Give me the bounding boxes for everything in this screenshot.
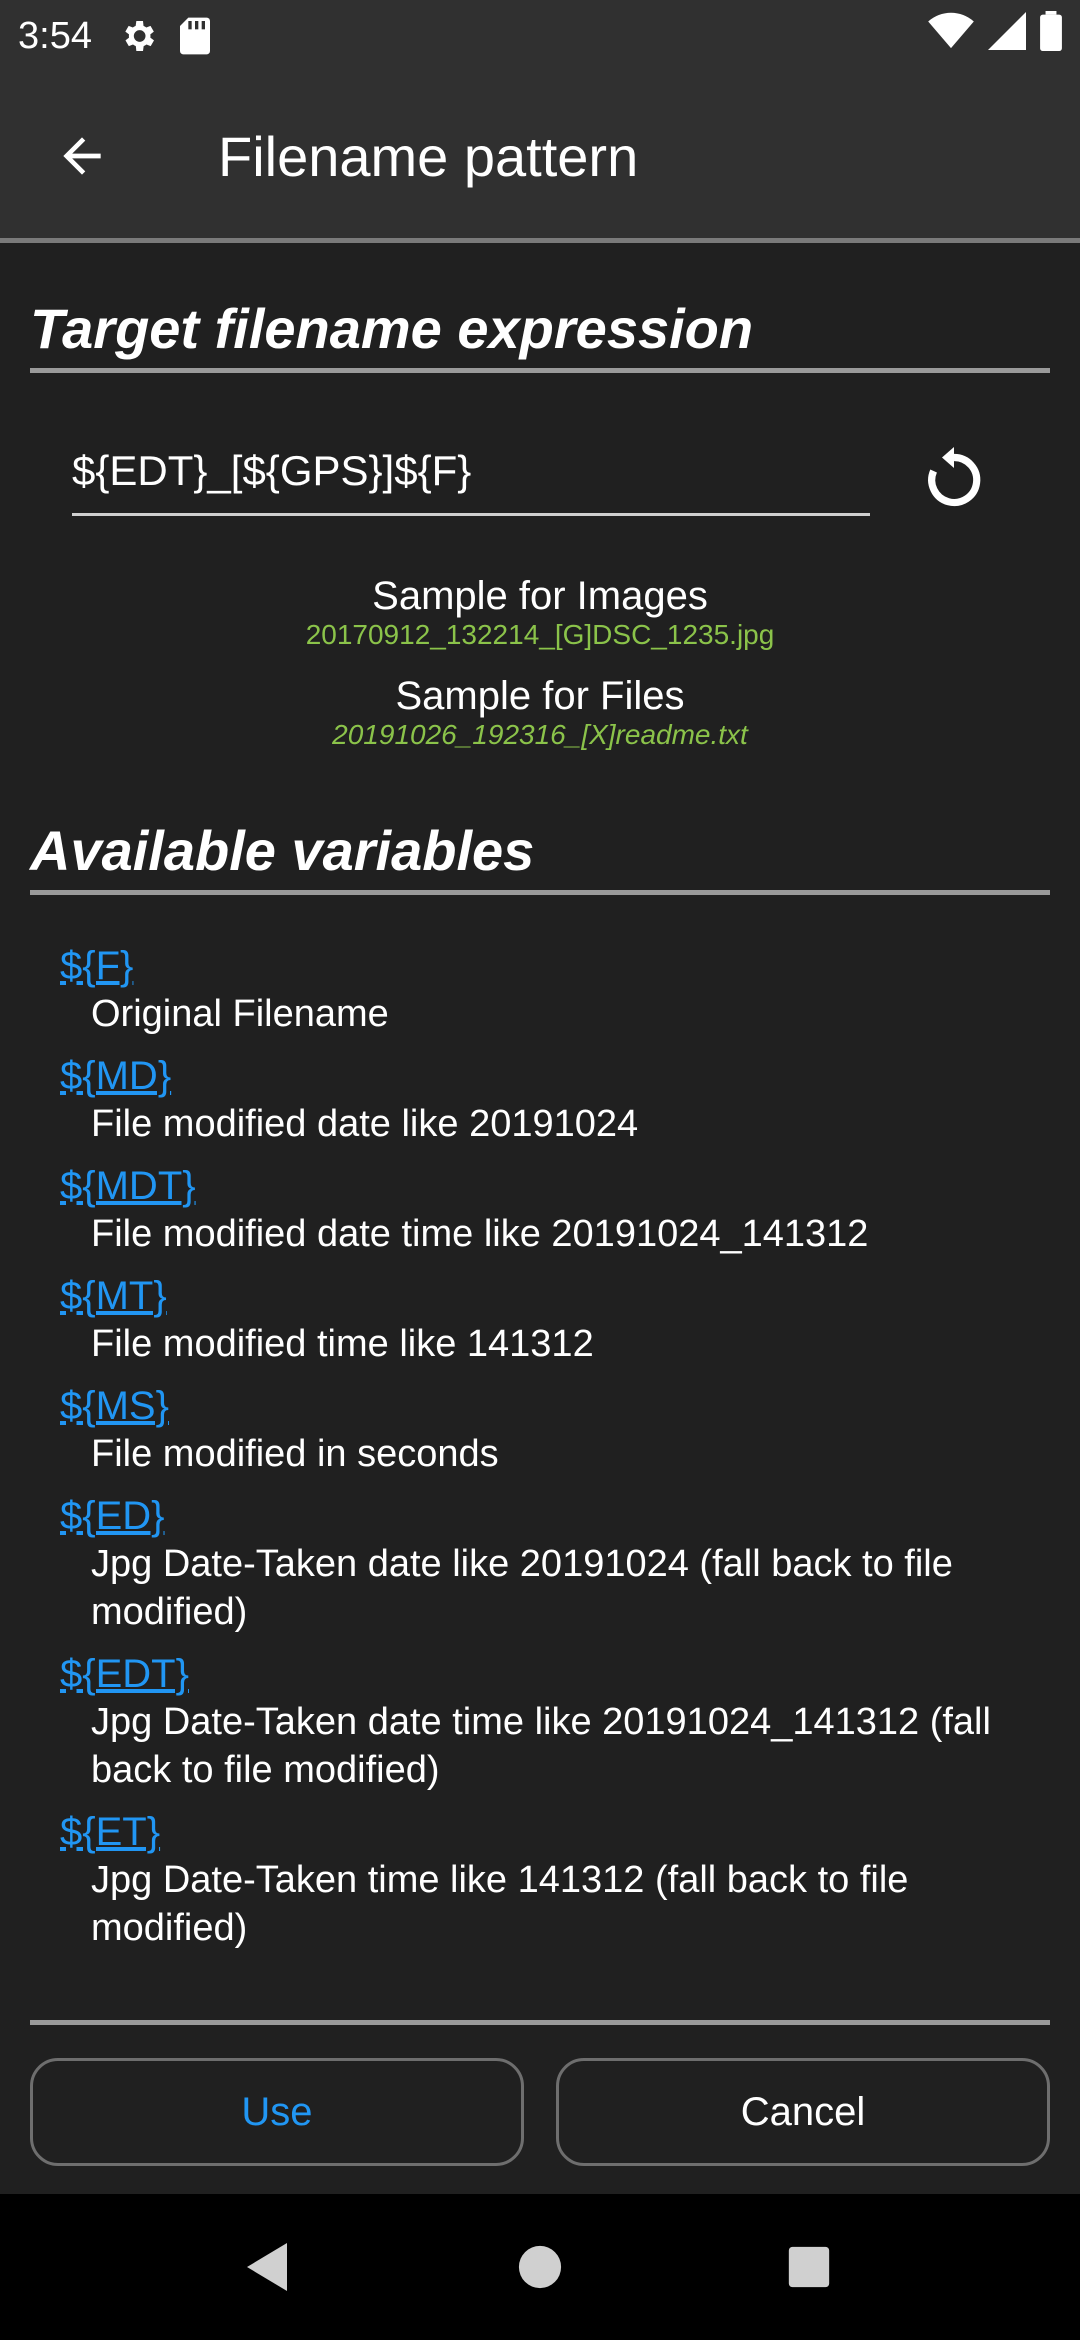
sd-card-icon xyxy=(178,16,212,56)
refresh-icon xyxy=(928,447,981,507)
variables-list: ${F} Original Filename ${MD} File modifi… xyxy=(60,940,1020,1964)
recents-square-icon xyxy=(788,2246,830,2288)
target-section-rule xyxy=(30,368,1050,373)
variable-description: Jpg Date-Taken date time like 20191024_1… xyxy=(91,1701,991,1791)
variables-section-rule xyxy=(30,890,1050,895)
nav-home-button[interactable] xyxy=(495,2222,585,2312)
variable-link[interactable]: ${MT} xyxy=(60,1272,1020,1320)
sample-files-value: 20191026_192316_[X]readme.txt xyxy=(332,719,748,750)
gear-icon xyxy=(118,16,158,56)
arrow-left-icon xyxy=(63,137,101,175)
home-circle-icon xyxy=(518,2245,562,2289)
expression-input[interactable] xyxy=(72,440,870,516)
variable-description: Jpg Date-Taken date like 20191024 (fall … xyxy=(91,1543,953,1633)
variable-item: ${ED} Jpg Date-Taken date like 20191024 … xyxy=(60,1492,1020,1648)
app-bar: Filename pattern xyxy=(0,72,1080,240)
cell-signal-icon xyxy=(988,12,1026,60)
variable-item: ${MDT} File modified date time like 2019… xyxy=(60,1162,1020,1270)
use-button[interactable]: Use xyxy=(30,2058,524,2166)
bottom-divider xyxy=(30,2020,1050,2025)
sample-images-value: 20170912_132214_[G]DSC_1235.jpg xyxy=(305,619,775,650)
variable-item: ${MD} File modified date like 20191024 xyxy=(60,1052,1020,1160)
status-bar: 3:54 xyxy=(0,0,1080,72)
battery-icon xyxy=(1040,11,1062,61)
variable-item: ${MS} File modified in seconds xyxy=(60,1382,1020,1490)
wifi-icon xyxy=(928,12,974,60)
sample-files-label: Sample for Files xyxy=(395,674,685,718)
variable-description: Jpg Date-Taken time like 141312 (fall ba… xyxy=(91,1859,909,1949)
variable-item: ${F} Original Filename xyxy=(60,942,1020,1050)
sample-files: Sample for Files 20191026_192316_[X]read… xyxy=(0,674,1080,751)
target-section-title: Target filename expression xyxy=(30,297,754,360)
sample-images-label: Sample for Images xyxy=(372,574,708,618)
reset-button[interactable] xyxy=(910,436,998,524)
variable-link[interactable]: ${MS} xyxy=(60,1382,1020,1430)
variable-link[interactable]: ${ET} xyxy=(60,1808,1020,1856)
variable-link[interactable]: ${MD} xyxy=(60,1052,1020,1100)
cancel-button[interactable]: Cancel xyxy=(556,2058,1050,2166)
sample-images: Sample for Images 20170912_132214_[G]DSC… xyxy=(0,574,1080,651)
variable-item: ${MT} File modified time like 141312 xyxy=(60,1272,1020,1380)
status-time: 3:54 xyxy=(18,14,92,57)
variable-link[interactable]: ${ED} xyxy=(60,1492,1020,1540)
back-triangle-icon xyxy=(247,2243,287,2291)
variable-link[interactable]: ${F} xyxy=(60,942,1020,990)
variable-description: File modified date time like 20191024_14… xyxy=(91,1213,869,1255)
variable-link[interactable]: ${EDT} xyxy=(60,1650,1020,1698)
page-title: Filename pattern xyxy=(218,124,639,188)
variables-section-title: Available variables xyxy=(30,819,535,882)
nav-recents-button[interactable] xyxy=(764,2222,854,2312)
variable-description: File modified in seconds xyxy=(91,1433,499,1475)
nav-back-button[interactable] xyxy=(222,2222,312,2312)
status-right-icons xyxy=(928,11,1062,61)
variable-description: Original Filename xyxy=(91,993,389,1035)
variable-item: ${EDT} Jpg Date-Taken date time like 201… xyxy=(60,1650,1020,1806)
navigation-bar xyxy=(0,2194,1080,2340)
variable-description: File modified time like 141312 xyxy=(91,1323,594,1365)
back-button[interactable] xyxy=(34,108,130,204)
variable-link[interactable]: ${MDT} xyxy=(60,1162,1020,1210)
app-bar-divider xyxy=(0,238,1080,243)
variable-description: File modified date like 20191024 xyxy=(91,1103,639,1145)
variable-item: ${ET} Jpg Date-Taken time like 141312 (f… xyxy=(60,1808,1020,1964)
